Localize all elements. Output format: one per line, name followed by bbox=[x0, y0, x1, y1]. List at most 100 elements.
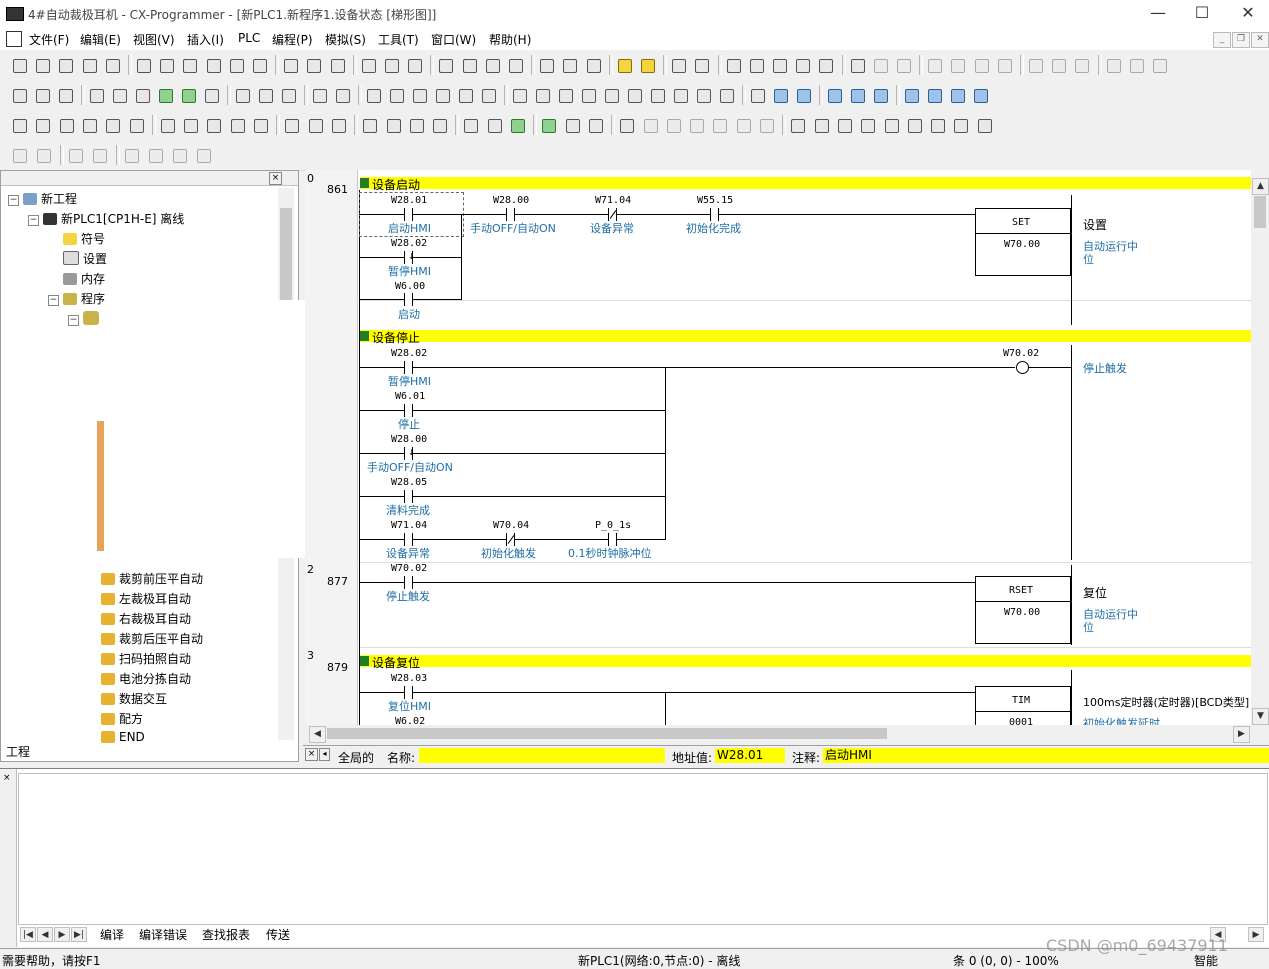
toolbar-button-icon[interactable] bbox=[80, 116, 98, 134]
toolbar-button-icon[interactable] bbox=[281, 56, 299, 74]
next-tab-icon[interactable]: ▶ bbox=[54, 927, 70, 942]
toolbar-button-icon[interactable] bbox=[56, 86, 74, 104]
menu-program[interactable]: 编程(P) bbox=[272, 31, 313, 48]
menu-plc[interactable]: PLC bbox=[238, 31, 260, 45]
toolbar-button-icon[interactable] bbox=[995, 56, 1013, 74]
toolbar-button-icon[interactable] bbox=[812, 116, 830, 134]
toolbar-button-icon[interactable] bbox=[710, 116, 728, 134]
toolbar-button-icon[interactable] bbox=[233, 86, 251, 104]
address-field[interactable]: W28.01 bbox=[715, 748, 785, 763]
tab-project[interactable]: 工程 bbox=[6, 743, 30, 760]
toolbar-button-icon[interactable] bbox=[256, 86, 274, 104]
comment-field[interactable]: 启动HMI bbox=[823, 748, 1269, 763]
toolbar-button-icon[interactable] bbox=[103, 116, 121, 134]
toolbar-button-icon[interactable] bbox=[10, 116, 28, 134]
tree-section[interactable]: 裁剪前压平自动 bbox=[101, 570, 203, 587]
mdi-restore-button[interactable]: ❐ bbox=[1232, 32, 1250, 48]
toolbar-button-icon[interactable] bbox=[560, 56, 578, 74]
toolbar-button-icon[interactable] bbox=[122, 146, 140, 164]
toolbar-button-icon[interactable] bbox=[928, 116, 946, 134]
toolbar-button-icon[interactable] bbox=[894, 56, 912, 74]
toolbar-button-icon[interactable] bbox=[133, 86, 151, 104]
prev-tab-icon[interactable]: ◀ bbox=[37, 927, 53, 942]
toolbar-button-icon[interactable] bbox=[328, 56, 346, 74]
toolbar-button-icon[interactable] bbox=[146, 146, 164, 164]
tim-instruction-box[interactable]: TIM 0001 bbox=[975, 686, 1071, 725]
toolbar-button-icon[interactable] bbox=[1150, 56, 1168, 74]
scroll-down-icon[interactable]: ▼ bbox=[1252, 708, 1269, 725]
toolbar-button-icon[interactable] bbox=[483, 56, 501, 74]
toolbar-button-icon[interactable] bbox=[410, 86, 428, 104]
rset-instruction-box[interactable]: RSET W70.00 bbox=[975, 576, 1071, 644]
scroll-right-icon[interactable]: ▶ bbox=[1233, 726, 1250, 743]
toolbar-button-icon[interactable] bbox=[156, 86, 174, 104]
toolbar-button-icon[interactable] bbox=[204, 116, 222, 134]
infobar-close-icon[interactable]: × bbox=[305, 748, 318, 761]
output-tab-nav[interactable]: |◀ ◀ ▶ ▶| bbox=[20, 927, 92, 942]
toolbar-button-icon[interactable] bbox=[871, 86, 889, 104]
tab-transfer[interactable]: 传送 bbox=[266, 926, 290, 943]
toolbar-button-icon[interactable] bbox=[747, 56, 765, 74]
toolbar-button-icon[interactable] bbox=[539, 116, 557, 134]
toolbar-button-icon[interactable] bbox=[1049, 56, 1067, 74]
toolbar-button-icon[interactable] bbox=[56, 56, 74, 74]
toolbar-button-icon[interactable] bbox=[972, 56, 990, 74]
toolbar-button-icon[interactable] bbox=[227, 56, 245, 74]
toolbar-button-icon[interactable] bbox=[1072, 56, 1090, 74]
toolbar-button-icon[interactable] bbox=[533, 86, 551, 104]
scroll-up-icon[interactable]: ▲ bbox=[1252, 178, 1269, 195]
toolbar-button-icon[interactable] bbox=[360, 116, 378, 134]
toolbar-button-icon[interactable] bbox=[282, 116, 300, 134]
toolbar-button-icon[interactable] bbox=[364, 86, 382, 104]
tree-section[interactable]: 电池分拣自动 bbox=[101, 670, 191, 687]
toolbar-button-icon[interactable] bbox=[692, 56, 710, 74]
toolbar-button-icon[interactable] bbox=[816, 56, 834, 74]
toolbar-button-icon[interactable] bbox=[757, 116, 775, 134]
toolbar-button-icon[interactable] bbox=[387, 86, 405, 104]
toolbar-button-icon[interactable] bbox=[90, 146, 108, 164]
minimize-button[interactable]: — bbox=[1138, 2, 1178, 26]
mdi-minimize-button[interactable]: _ bbox=[1213, 32, 1231, 48]
toolbar-button-icon[interactable] bbox=[359, 56, 377, 74]
toolbar-button-icon[interactable] bbox=[825, 86, 843, 104]
toolbar-button-icon[interactable] bbox=[1104, 56, 1122, 74]
toolbar-button-icon[interactable] bbox=[902, 86, 920, 104]
toolbar-button-icon[interactable] bbox=[433, 86, 451, 104]
tree-section[interactable]: 配方 bbox=[101, 710, 143, 727]
menu-simulate[interactable]: 模拟(S) bbox=[325, 31, 366, 48]
first-tab-icon[interactable]: |◀ bbox=[20, 927, 36, 942]
toolbar-button-icon[interactable] bbox=[510, 86, 528, 104]
tab-compile-errors[interactable]: 编译错误 bbox=[139, 926, 187, 943]
tree-section[interactable]: 右裁极耳自动 bbox=[101, 610, 191, 627]
tree-section[interactable]: 数据交互 bbox=[101, 690, 167, 707]
program-icon[interactable] bbox=[83, 311, 99, 325]
toolbar-button-icon[interactable] bbox=[602, 86, 620, 104]
toolbar-button-icon[interactable] bbox=[304, 56, 322, 74]
mdi-doc-icon[interactable] bbox=[6, 31, 22, 47]
toolbar-button-icon[interactable] bbox=[10, 56, 28, 74]
toolbar-button-icon[interactable] bbox=[648, 86, 666, 104]
toolbar-button-icon[interactable] bbox=[460, 56, 478, 74]
expand-plc-icon[interactable]: − bbox=[28, 215, 39, 226]
toolbar-button-icon[interactable] bbox=[110, 86, 128, 104]
hscroll-thumb[interactable] bbox=[327, 728, 887, 739]
toolbar-button-icon[interactable] bbox=[170, 146, 188, 164]
expand-program1-icon[interactable]: − bbox=[68, 315, 79, 326]
menu-tools[interactable]: 工具(T) bbox=[378, 31, 419, 48]
expand-programs-icon[interactable]: − bbox=[48, 295, 59, 306]
toolbar-button-icon[interactable] bbox=[579, 86, 597, 104]
toolbar-button-icon[interactable] bbox=[34, 146, 52, 164]
toolbar-button-icon[interactable] bbox=[179, 86, 197, 104]
toolbar-button-icon[interactable] bbox=[835, 116, 853, 134]
toolbar-button-icon[interactable] bbox=[975, 116, 993, 134]
toolbar-button-icon[interactable] bbox=[948, 56, 966, 74]
toolbar-button-icon[interactable] bbox=[250, 56, 268, 74]
tree-close-icon[interactable]: × bbox=[269, 172, 282, 185]
toolbar-button-icon[interactable] bbox=[10, 86, 28, 104]
toolbar-button-icon[interactable] bbox=[461, 116, 479, 134]
toolbar-button-icon[interactable] bbox=[194, 146, 212, 164]
toolbar-button-icon[interactable] bbox=[794, 86, 812, 104]
toolbar-button-icon[interactable] bbox=[158, 116, 176, 134]
maximize-button[interactable]: ☐ bbox=[1182, 2, 1222, 26]
menu-edit[interactable]: 编辑(E) bbox=[80, 31, 121, 48]
